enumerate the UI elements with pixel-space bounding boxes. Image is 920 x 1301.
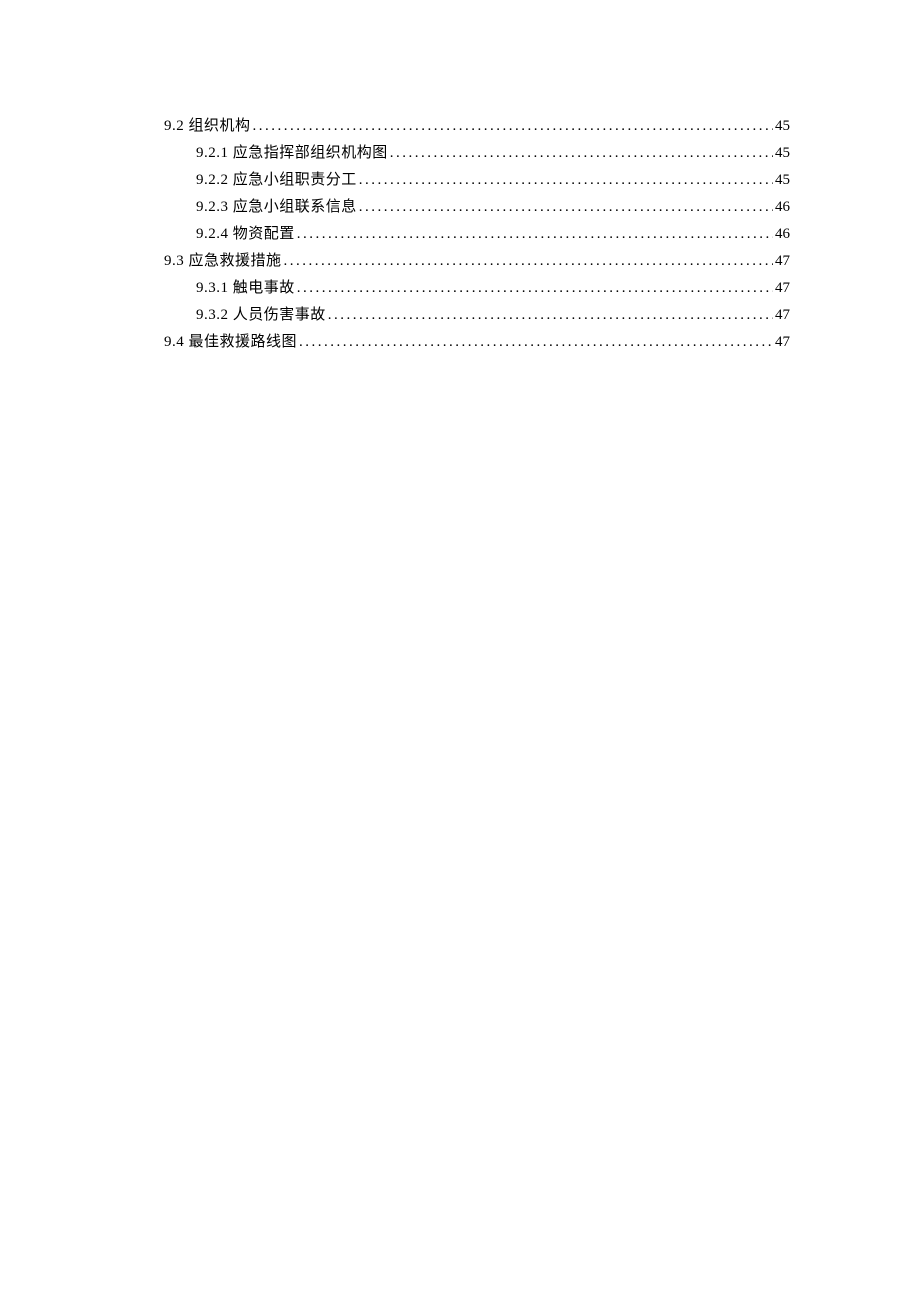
toc-leader-dots [299,329,773,356]
toc-entry: 9.2.4 物资配置 46 [164,221,790,248]
toc-entry: 9.4 最佳救援路线图 47 [164,329,790,356]
toc-leader-dots [253,113,773,140]
toc-title: 9.2.1 应急指挥部组织机构图 [196,140,388,167]
toc-page-number: 46 [775,221,790,248]
toc-page-number: 46 [775,194,790,221]
toc-title: 9.2.3 应急小组联系信息 [196,194,357,221]
toc-entry: 9.2.3 应急小组联系信息 46 [164,194,790,221]
toc-leader-dots [328,302,773,329]
toc-page-number: 47 [775,329,790,356]
toc-title: 9.3.1 触电事故 [196,275,295,302]
toc-page-number: 47 [775,248,790,275]
table-of-contents: 9.2 组织机构 45 9.2.1 应急指挥部组织机构图 45 9.2.2 应急… [164,113,790,356]
toc-leader-dots [390,140,773,167]
toc-leader-dots [359,167,773,194]
toc-title: 9.2.2 应急小组职责分工 [196,167,357,194]
toc-page-number: 47 [775,275,790,302]
toc-leader-dots [284,248,773,275]
toc-page-number: 45 [775,113,790,140]
toc-leader-dots [297,275,773,302]
toc-page-number: 47 [775,302,790,329]
toc-entry: 9.3.2 人员伤害事故 47 [164,302,790,329]
toc-title: 9.2 组织机构 [164,113,251,140]
toc-leader-dots [297,221,773,248]
toc-entry: 9.2.2 应急小组职责分工 45 [164,167,790,194]
toc-entry: 9.3 应急救援措施 47 [164,248,790,275]
toc-title: 9.3 应急救援措施 [164,248,282,275]
toc-leader-dots [359,194,773,221]
toc-entry: 9.2.1 应急指挥部组织机构图 45 [164,140,790,167]
toc-entry: 9.2 组织机构 45 [164,113,790,140]
toc-title: 9.3.2 人员伤害事故 [196,302,326,329]
toc-page-number: 45 [775,167,790,194]
toc-title: 9.4 最佳救援路线图 [164,329,297,356]
toc-page-number: 45 [775,140,790,167]
toc-title: 9.2.4 物资配置 [196,221,295,248]
toc-entry: 9.3.1 触电事故 47 [164,275,790,302]
